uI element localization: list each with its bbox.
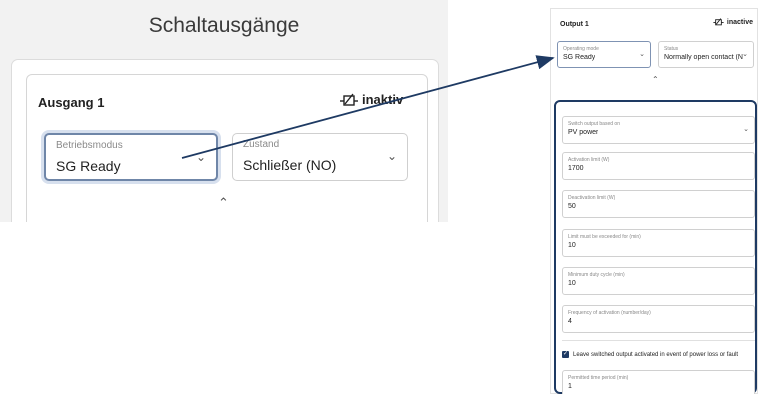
deactivation-limit-field[interactable]: Deactivation limit (W) 50 [562,190,755,218]
field-label: Switch output based on [568,121,620,127]
checkbox-label: Leave switched output activated in event… [573,351,739,358]
field-label: Minimum duty cycle (min) [568,272,625,278]
output-title: Output 1 [560,21,589,28]
relay-open-icon [340,93,358,106]
permitted-time-field[interactable]: Permitted time period (min) 1 [562,370,755,394]
switch-based-on-select[interactable]: Switch output based on PV power ⌄ [562,116,755,144]
activation-frequency-field[interactable]: Frequency of activation (number/day) 4 [562,305,755,333]
power-loss-checkbox-row[interactable]: ✓ Leave switched output activated in eve… [562,351,738,358]
status-value: Schließer (NO) [243,157,337,173]
chevron-down-icon: ⌄ [743,126,749,133]
chevron-down-icon: ⌄ [639,51,645,58]
chevron-down-icon: ⌄ [195,150,206,164]
status-select[interactable]: Status Normally open contact (N ⌄ [658,41,754,68]
field-label: Deactivation limit (W) [568,195,616,201]
status-value: Normally open contact (N [664,54,743,61]
field-label: Activation limit (W) [568,157,610,163]
minimum-duty-cycle-field[interactable]: Minimum duty cycle (min) 10 [562,267,755,295]
field-value: 10 [568,242,576,249]
field-label: Permitted time period (min) [568,375,629,381]
field-label: Limit must be exceeded for (min) [568,234,641,240]
chevron-down-icon: ⌄ [386,149,397,163]
limit-exceeded-field[interactable]: Limit must be exceeded for (min) 10 [562,229,755,257]
chevron-up-icon[interactable]: ⌃ [218,195,229,211]
relay-open-icon [713,18,724,26]
divider [562,340,755,341]
operating-mode-label: Betriebsmodus [56,140,123,151]
page-title: Schaltausgänge [148,14,300,37]
output-state-badge: inaktiv [340,92,403,107]
chevron-up-icon[interactable]: ⌃ [652,75,659,84]
output-title: Ausgang 1 [38,95,105,110]
english-settings-panel: Output 1 inactive Operating mode SG Read… [550,8,758,394]
state-label: inactive [726,18,753,26]
status-select[interactable]: Zustand Schließer (NO) ⌄ [232,133,408,181]
output-state-badge: inactive [713,18,753,26]
field-value: 1700 [568,165,584,172]
field-value: PV power [568,129,599,136]
field-value: 1 [568,383,572,390]
field-value: 10 [568,280,576,287]
german-settings-panel: Schaltausgänge Ausgang 1 inaktiv Betrieb… [0,0,448,222]
status-label: Status [664,46,679,52]
operating-mode-value: SG Ready [563,54,596,61]
state-label: inaktiv [362,92,404,107]
field-value: 4 [568,318,572,325]
operating-mode-value: SG Ready [56,158,121,174]
field-value: 50 [568,203,576,210]
operating-mode-select[interactable]: Operating mode SG Ready ⌄ [557,41,651,68]
activation-limit-field[interactable]: Activation limit (W) 1700 [562,152,755,180]
chevron-down-icon: ⌄ [742,51,748,58]
status-label: Zustand [243,139,280,150]
operating-mode-select[interactable]: Betriebsmodus SG Ready ⌄ [44,133,218,181]
check-icon[interactable]: ✓ [562,351,569,358]
sg-ready-settings-group: Switch output based on PV power ⌄ Activa… [554,100,757,394]
operating-mode-label: Operating mode [563,46,599,52]
field-label: Frequency of activation (number/day) [568,310,651,316]
